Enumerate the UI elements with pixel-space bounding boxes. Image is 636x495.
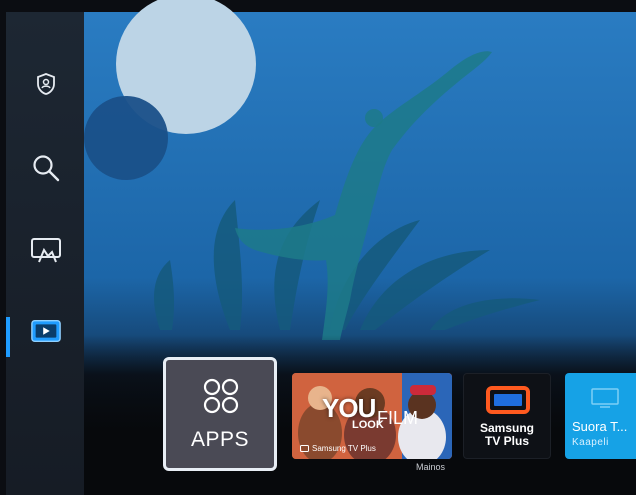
suora-tv-tile[interactable]: Suora T... Kaapeli <box>565 373 636 459</box>
tv-plus-icon <box>486 386 530 414</box>
tv-plus-label: Samsung TV Plus <box>464 422 550 448</box>
ad-tag: Mainos <box>416 462 446 472</box>
suora-subtitle: Kaapeli <box>572 437 609 448</box>
promo-subline-2: FILM <box>377 408 419 428</box>
side-navigation <box>6 12 84 495</box>
apps-grid-icon <box>203 378 239 414</box>
search-icon[interactable] <box>30 152 62 184</box>
tv-plus-mini-icon <box>300 445 309 452</box>
media-play-icon[interactable] <box>30 315 62 347</box>
moon-circle <box>84 96 168 180</box>
suora-title: Suora T... <box>572 419 628 434</box>
tv-icon <box>591 388 619 408</box>
promo-brand-label: Samsung TV Plus <box>312 444 376 453</box>
tv-plus-line-2: TV Plus <box>484 434 529 448</box>
apps-label: APPS <box>190 428 250 451</box>
promo-brand: Samsung TV Plus <box>300 444 376 453</box>
tv-screen: APPS YOU LOOK FILM Samsung TV Plus Maino… <box>0 0 636 495</box>
apps-tile[interactable]: APPS <box>163 357 277 471</box>
promo-ad-tile[interactable]: YOU LOOK FILM Samsung TV Plus <box>292 373 452 459</box>
active-indicator <box>6 317 10 357</box>
samsung-tv-plus-tile[interactable]: Samsung TV Plus <box>463 373 551 459</box>
ambient-cast-icon[interactable] <box>30 234 62 266</box>
privacy-shield-icon[interactable] <box>30 68 62 100</box>
